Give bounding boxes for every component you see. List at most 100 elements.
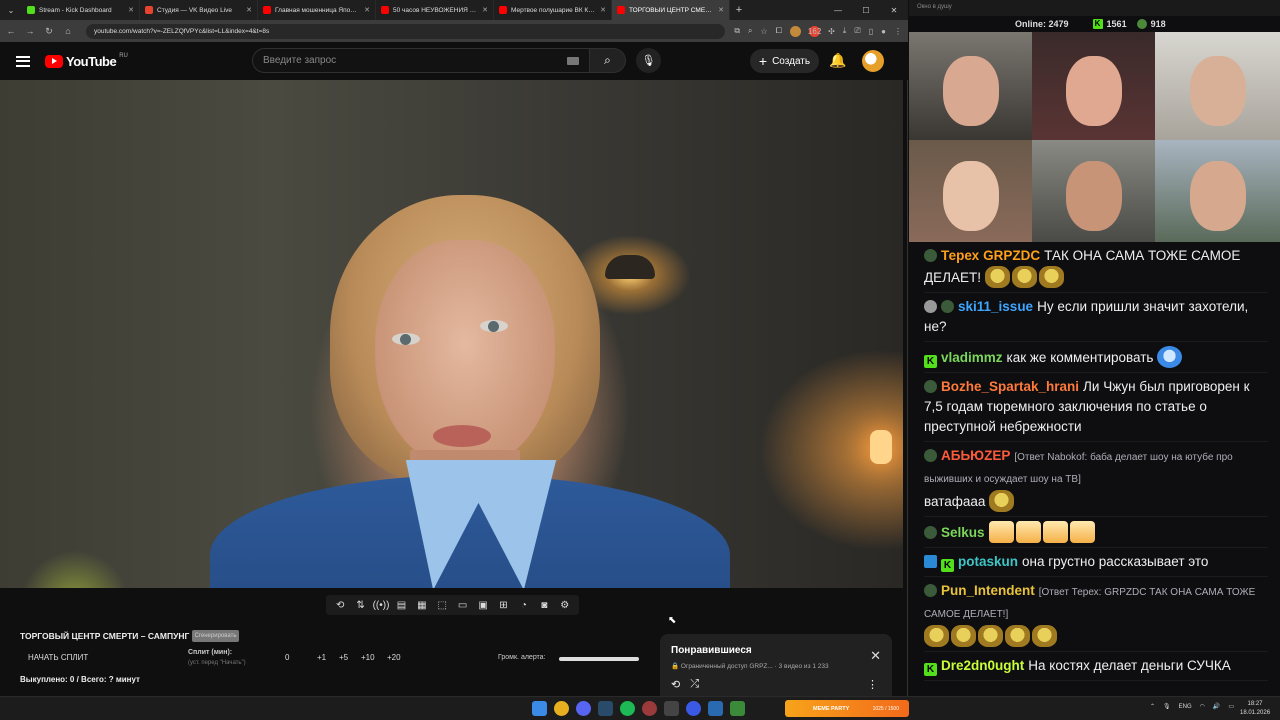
home-icon[interactable]: ⌂ [63,26,73,36]
chat-username[interactable]: АБЬЮZЕР [941,448,1010,463]
keyboard-icon[interactable] [567,56,579,65]
chat-username[interactable]: vladimmz [941,350,1003,365]
split-value[interactable]: 0 [285,653,289,662]
chat-username[interactable]: potaskun [958,554,1018,569]
chat-username[interactable]: Dre2dn0ught [941,658,1024,673]
cast-icon[interactable]: ⎚ [854,26,860,36]
maximize-icon[interactable]: ☐ [852,6,880,15]
url-field[interactable]: youtube.com/watch?v=-ZELZQfVPYc&list=LL&… [86,23,726,39]
browser-tab[interactable]: Мертвое полушарие ВК КЛИП ✕ [494,0,612,20]
settings-gear-icon[interactable]: ⚙ [556,600,574,611]
tab-close-icon[interactable]: ✕ [128,6,134,14]
liked-playlist-title[interactable]: Понравившиеся [671,645,752,656]
loop-icon[interactable]: ⟲ [331,600,349,611]
youtube-logo[interactable]: YouTube RU [45,53,128,69]
playlist-more-icon[interactable]: ⋮ [867,678,878,691]
notifications-bell-icon[interactable]: 🔔 [829,52,846,69]
search-button[interactable]: ⌕ [590,48,626,73]
chart-icon[interactable]: ▣ [474,600,492,611]
tab-close-icon[interactable]: ✕ [718,6,724,14]
download-icon[interactable]: ⤓ [843,26,847,36]
bookmark-star-icon[interactable]: ☆ [761,27,768,36]
tab-close-icon[interactable]: ✕ [364,6,370,14]
tab-search-icon[interactable]: ⌄ [0,0,22,20]
browser-tab[interactable]: 50 часов НЕУВОЖЕНИЯ в SAMP ✕ [376,0,494,20]
chat-username[interactable]: ski11_issue [958,299,1033,314]
increment-20-button[interactable]: +20 [387,653,401,662]
search-input[interactable]: Введите запрос [252,48,590,73]
add-clip-icon[interactable]: ⊞ [494,600,512,611]
chat-username[interactable]: Терех [941,248,979,263]
close-window-icon[interactable]: ✕ [880,6,908,15]
alert-volume-slider[interactable] [559,657,639,661]
voice-search-button[interactable]: 🎙 [636,48,661,73]
increment-10-button[interactable]: +10 [361,653,375,662]
profile-icon[interactable]: ● [881,27,886,36]
chat-username[interactable]: Pun_Intendent [941,583,1035,598]
system-clock[interactable]: 18:27 18.01.2026 [1240,700,1270,718]
browser-window: ⌄ Stream - Kick Dashboard ✕ Студия — VK Ви… [0,0,908,696]
extension-badge[interactable]: 162 [808,25,821,37]
chat-username[interactable]: Selkus [941,525,985,540]
chat-message: Bozhe_Spartak_hrani Ли Чжун был приговоре… [924,373,1268,442]
volume-icon[interactable]: 🔊 [1213,703,1220,710]
reload-icon[interactable]: ↻ [44,26,54,37]
camera-icon[interactable]: ◙ [535,600,553,611]
app-icon-4[interactable] [730,701,745,716]
start-windows-icon[interactable] [532,701,547,716]
chrome-icon[interactable] [554,701,569,716]
generate-button[interactable]: Сгенерировать [192,630,239,642]
playlist-icon[interactable]: ▤ [392,600,410,611]
start-split-button[interactable]: НАЧАТЬ СПЛИТ [28,653,88,662]
tray-chevron-icon[interactable]: ⌃ [1150,703,1155,710]
search-placeholder: Введите запрос [263,55,337,66]
account-avatar[interactable] [862,50,884,72]
vk-badge-icon [924,380,937,393]
increment-5-button[interactable]: +5 [339,653,348,662]
discord-icon[interactable] [576,701,591,716]
resize-icon[interactable]: ⬚ [433,600,451,611]
speedometer-icon[interactable]: ◔ [515,600,533,611]
browser-menu-icon[interactable]: ⋮ [894,27,902,36]
extension-avatar[interactable] [790,25,802,37]
new-tab-button[interactable]: + [730,4,748,16]
app-icon-1[interactable] [664,701,679,716]
broadcast-icon[interactable]: ((•)) [372,600,390,611]
forward-icon[interactable]: → [25,26,35,36]
hamburger-menu-icon[interactable] [16,53,30,69]
browser-tab[interactable]: ТОРГОВЫЙ ЦЕНТР СМЕРТИ ✕ [612,0,730,20]
tab-close-icon[interactable]: ✕ [246,6,252,14]
spotify-icon[interactable] [620,701,635,716]
chat-username[interactable]: Лёшка Эталон [941,687,1036,688]
back-icon[interactable]: ← [6,26,16,36]
playlist-loop-icon[interactable]: ⟲ [671,678,680,691]
app-icon-2[interactable] [686,701,701,716]
battery-icon[interactable]: ▭ [1228,703,1234,710]
app-icon-3[interactable] [708,701,723,716]
sort-icon[interactable]: ⇅ [352,600,370,611]
puzzle-icon[interactable]: ✣ [828,27,835,36]
obs-icon[interactable] [642,701,657,716]
zoom-icon[interactable]: ⌕ [748,26,752,36]
clapper-icon[interactable]: ▦ [413,600,431,611]
browser-tab[interactable]: Главная мошенница Японии ✕ [258,0,376,20]
tray-mic-icon[interactable]: 🎙 [1163,703,1171,710]
minimize-icon[interactable]: — [824,6,852,15]
tab-close-icon[interactable]: ✕ [600,6,606,14]
video-player[interactable] [0,80,903,588]
captions-icon[interactable]: ▭ [454,600,472,611]
install-app-icon[interactable]: ⧉ [734,26,740,36]
create-button[interactable]: + Создать [750,49,819,73]
chat-username[interactable]: Bozhe_Spartak_hrani [941,379,1079,394]
shuffle-icon[interactable]: ⤮ [690,678,699,691]
steam-icon[interactable] [598,701,613,716]
keyboard-language[interactable]: ENG [1179,704,1192,710]
meme-party-widget[interactable]: MEME PARTY 1025 / 1500 [785,700,909,717]
increment-1-button[interactable]: +1 [317,653,326,662]
browser-tab[interactable]: Студия — VK Видео Live ✕ [140,0,258,20]
browser-tab[interactable]: Stream - Kick Dashboard ✕ [22,0,140,20]
extensions-icon[interactable]: ⧠ [776,26,782,36]
tab-close-icon[interactable]: ✕ [482,6,488,14]
sidebar-icon[interactable]: ▯ [869,27,873,36]
wifi-icon[interactable]: ◠ [1200,703,1205,710]
